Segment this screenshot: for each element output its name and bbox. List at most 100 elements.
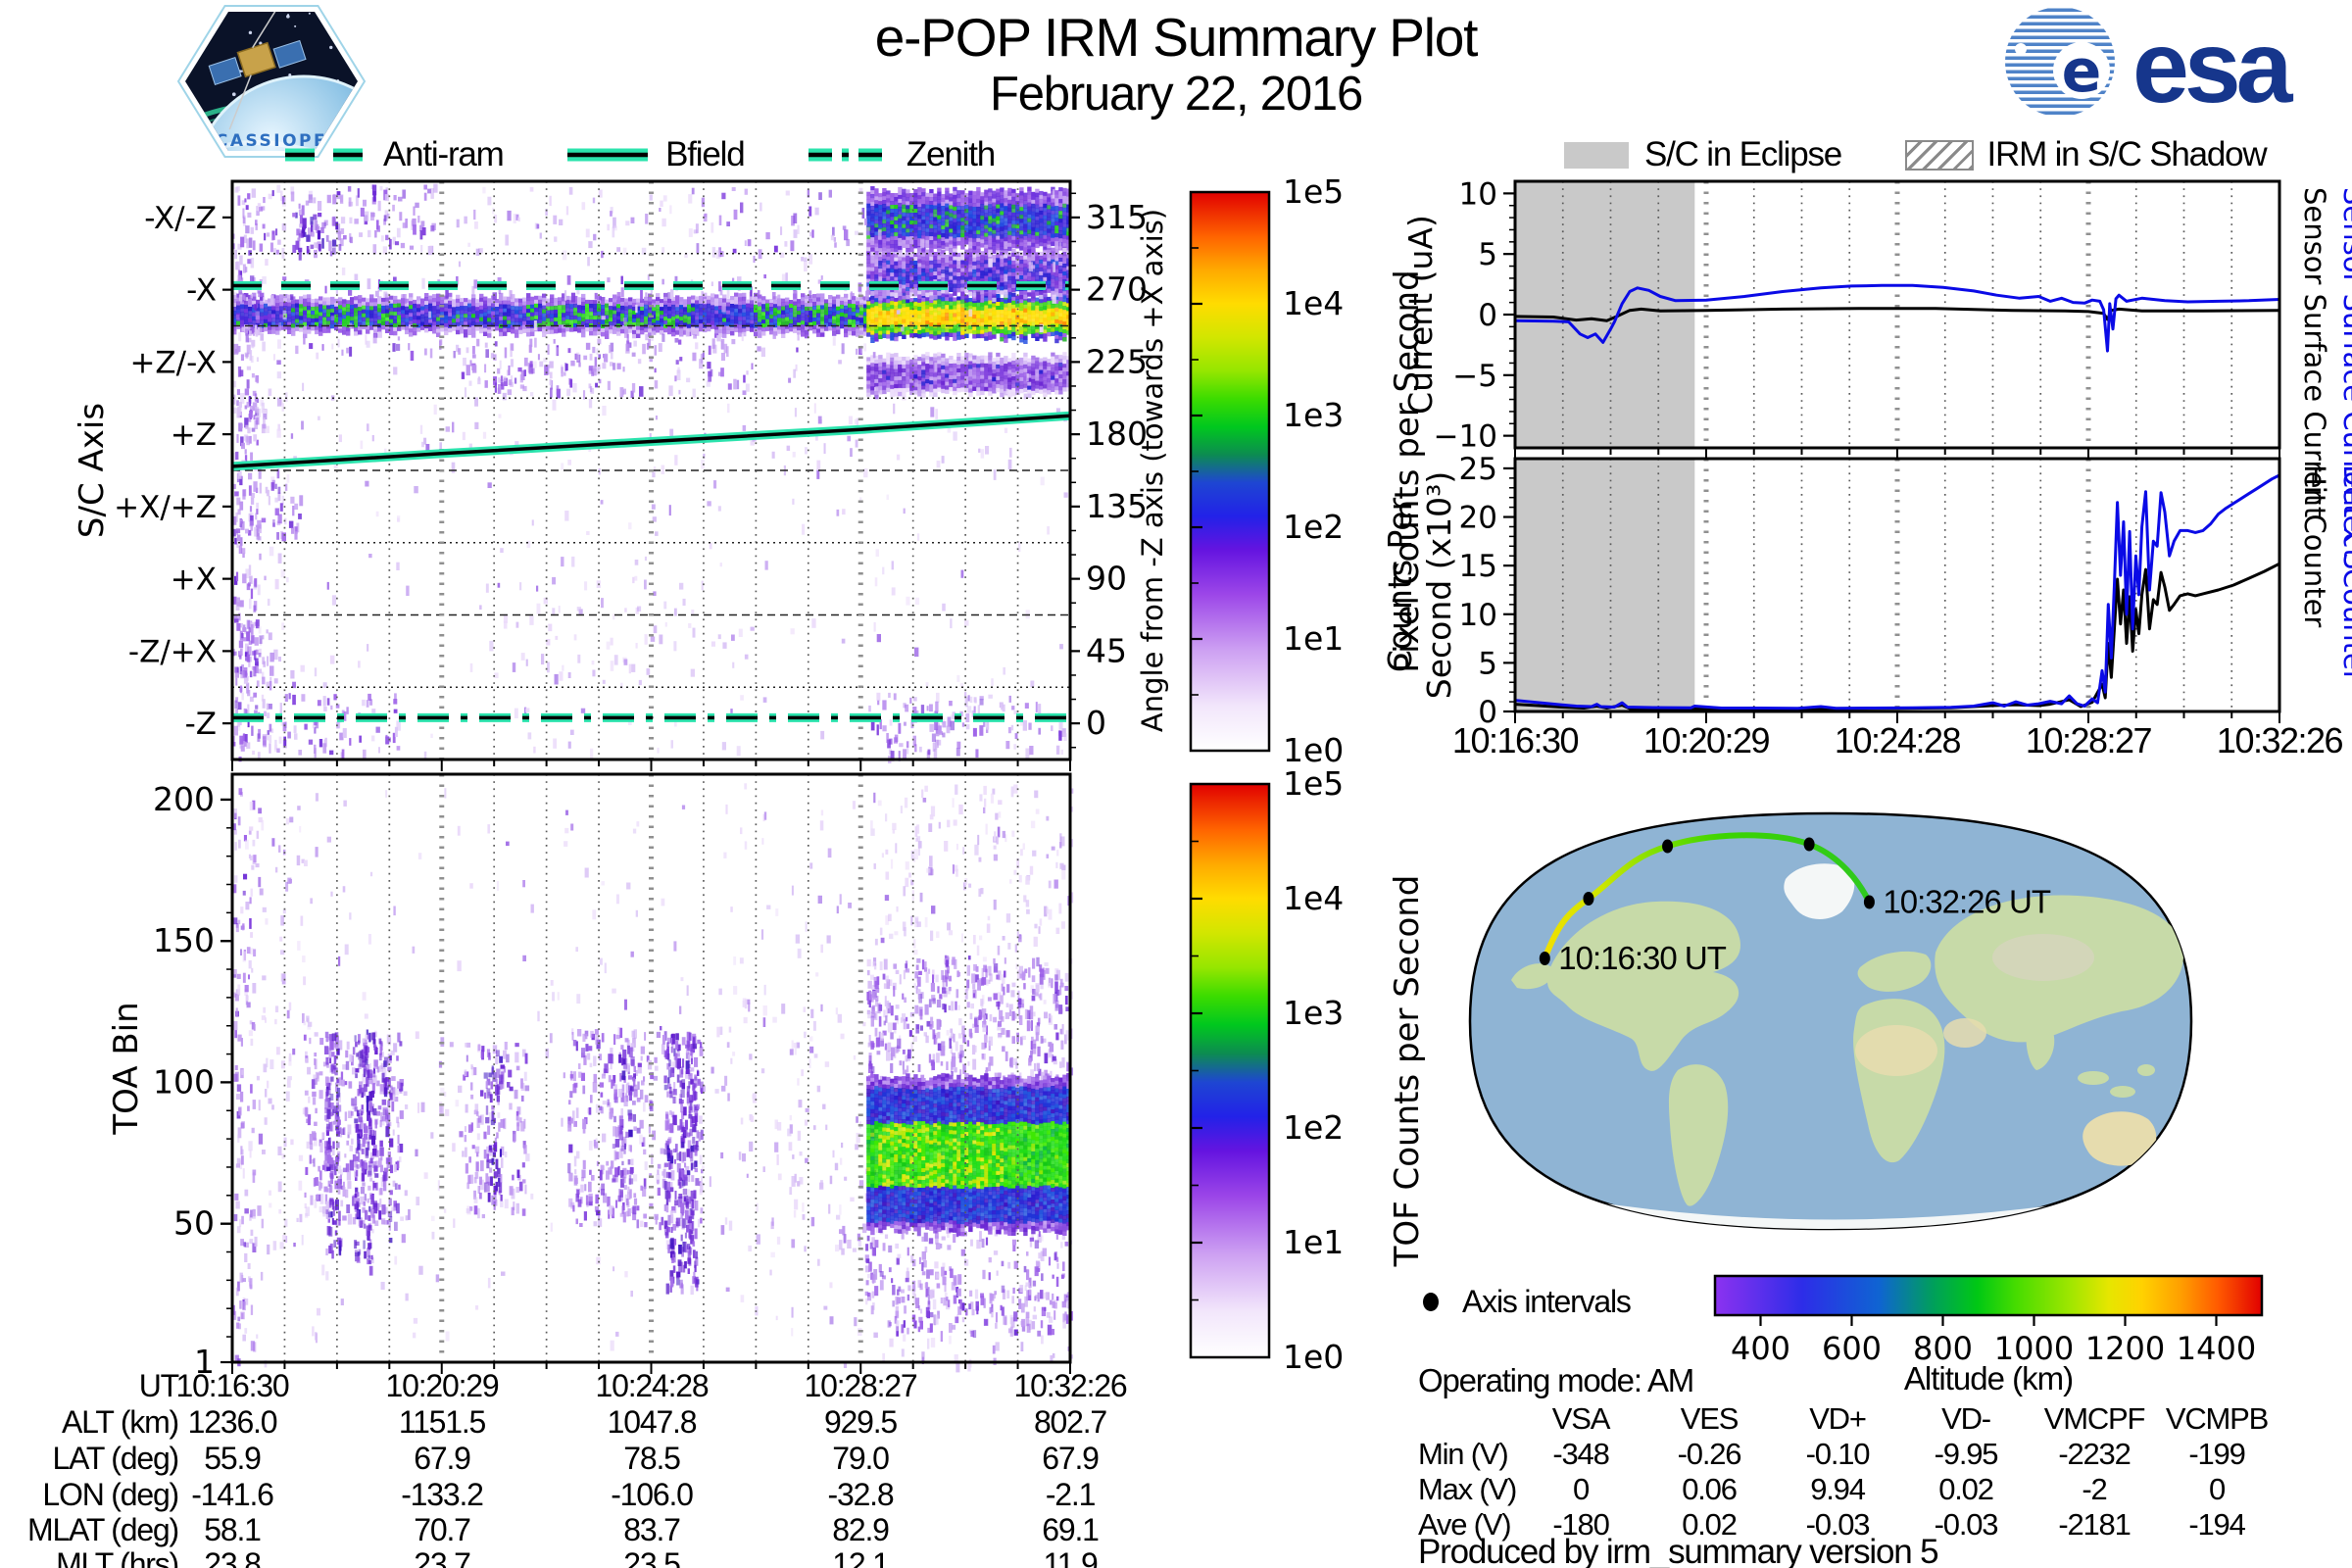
counters-right-label-inner: Hit Counter: [2298, 465, 2331, 627]
sc-axis-category: +X: [171, 563, 217, 598]
ephemeris-value: 67.9: [324, 1441, 560, 1477]
voltage-column-header: VD+: [1764, 1401, 1911, 1437]
ephemeris-value: -141.6: [115, 1477, 350, 1513]
ephemeris-value: 1047.8: [534, 1404, 769, 1441]
altitude-tick-label: 600: [1822, 1330, 1882, 1367]
sensor-current-ylabel: Current (uA): [1401, 215, 1440, 415]
counters-ytick: 15: [1459, 549, 1497, 584]
sensor-current-ytick: −5: [1452, 359, 1497, 394]
axis-line-legend: Anti-ram Bfield Zenith: [282, 135, 1052, 174]
voltage-value: -194: [2143, 1507, 2290, 1543]
axis-interval-dot: [1540, 952, 1550, 965]
pixel-counts-colorbar-tick-label: 1e4: [1283, 284, 1344, 322]
axis-intervals-label: Axis intervals: [1462, 1284, 1631, 1320]
altitude-tick-label: 1200: [2085, 1330, 2165, 1367]
interval-dot-icon: [1423, 1293, 1439, 1311]
altitude-tick-label: 1400: [2177, 1330, 2256, 1367]
pixel-counts-colorbar-tick-label: 1e1: [1283, 619, 1344, 658]
counters-ytick: 5: [1478, 646, 1497, 681]
ephemeris-value: -133.2: [324, 1477, 560, 1513]
operating-mode-text: Operating mode: AM: [1418, 1362, 1693, 1399]
shadow-legend: S/C in Eclipse IRM in S/C Shadow: [1564, 135, 2328, 174]
counters-right-label-outer: Detect Counter: [2337, 465, 2352, 682]
pixel-counts-colorbar-tick-label: 1e3: [1283, 396, 1344, 434]
voltage-value: 9.94: [1764, 1472, 1911, 1507]
tof-counts-colorbar-title: TOF Counts per Second: [1388, 875, 1427, 1268]
sc-axis-category: -X/-Z: [144, 201, 217, 236]
time-tick-label: 10:16:30: [1452, 720, 1579, 760]
tof-counts-colorbar-tick-label: 1e2: [1283, 1108, 1344, 1147]
sc-axis-category: -Z: [185, 707, 217, 742]
voltage-column-header: VSA: [1507, 1401, 1654, 1437]
sc-axis-category: +Z/-X: [129, 345, 217, 380]
toa-spectrogram: 200150100501TOA Bin1e51e41e31e21e11e0TOF…: [107, 764, 1427, 1381]
pixel-counts-colorbar-tick-label: 1e5: [1283, 172, 1344, 211]
ephemeris-value: 82.9: [743, 1512, 978, 1548]
ephemeris-value: 69.1: [953, 1512, 1188, 1548]
altitude-colorbar: 400600800100012001400Altitude (km): [1715, 1276, 2262, 1396]
time-tick-label: 10:20:29: [1643, 720, 1770, 760]
voltage-value: 0: [2143, 1472, 2290, 1507]
sc-axis-category: -Z/+X: [128, 634, 217, 669]
legend-item-irm-shadow: IRM in S/C Shadow: [1907, 135, 2267, 174]
angle-axis-label: Angle from -Z axis (towards +X axis): [1136, 209, 1169, 732]
produced-by-text: Produced by irm_summary version 5: [1418, 1533, 1937, 1568]
toa-ytick: 150: [153, 921, 215, 959]
voltage-value: 0: [1507, 1472, 1654, 1507]
counters-plot: 2520151050Counts PerSecond (x10³)Hit Cou…: [1381, 452, 2352, 760]
legend-label-anti-ram: Anti-ram: [383, 135, 504, 174]
sensor-current-ytick: 10: [1459, 176, 1497, 212]
sc-axis-category: -X: [186, 273, 217, 309]
ephemeris-value: 78.5: [534, 1441, 769, 1477]
ephemeris-value: 70.7: [324, 1512, 560, 1548]
sc-axis-category: +X/+Z: [114, 490, 217, 525]
track-end-label: 10:32:26 UT: [1883, 884, 2050, 920]
time-tick-label: 10:28:27: [2026, 720, 2152, 760]
ephemeris-value: -32.8: [743, 1477, 978, 1513]
ephemeris-value: 11.9: [953, 1546, 1188, 1568]
bfield-line-glyph: [564, 145, 651, 165]
pixel-counts-colorbar-bar: [1191, 192, 1269, 751]
legend-label-eclipse: S/C in Eclipse: [1644, 135, 1841, 174]
esa-e-glyph: e: [2062, 37, 2102, 106]
eclipse-region: [1515, 181, 1694, 448]
ground-track-map: 10:16:30 UT 10:32:26 UT: [1470, 813, 2191, 1246]
page: -X/-Z-X+Z/-X+Z+X/+Z+X-Z/+X-Z315270225180…: [0, 0, 2352, 1568]
graphics-canvas: -X/-Z-X+Z/-X+Z+X/+Z+X-Z/+X-Z315270225180…: [0, 0, 2352, 1568]
ephemeris-value: 10:24:28: [534, 1368, 769, 1404]
tof-counts-colorbar-tick-label: 1e5: [1283, 764, 1344, 803]
tof-counts-colorbar-tick-label: 1e3: [1283, 994, 1344, 1032]
legend-item-eclipse: S/C in Eclipse: [1564, 135, 1841, 174]
ephemeris-value: 802.7: [953, 1404, 1188, 1441]
axis-interval-dot: [1864, 896, 1875, 909]
ephemeris-value: 12.1: [743, 1546, 978, 1568]
axis-interval-dot: [1804, 838, 1815, 852]
ephemeris-value: 10:20:29: [324, 1368, 560, 1404]
pixel-counts-colorbar-tick-label: 1e2: [1283, 508, 1344, 546]
esa-logo: eesa: [2005, 7, 2294, 124]
voltage-value: 0.02: [1892, 1472, 2039, 1507]
sc-axis-category: +Z: [171, 417, 217, 453]
angle-tick-label: 90: [1086, 560, 1127, 598]
angle-tick-label: 0: [1086, 704, 1106, 742]
legend-item-bfield: Bfield: [564, 135, 744, 174]
time-tick-label: 10:32:26: [2217, 720, 2343, 760]
legend-label-irm-shadow: IRM in S/C Shadow: [1987, 135, 2267, 174]
voltage-value: 0.06: [1636, 1472, 1783, 1507]
voltage-column-header: VCMPB: [2143, 1401, 2290, 1437]
track-start-label: 10:16:30 UT: [1558, 940, 1726, 976]
counters-ylabel-2: Second (x10³): [1420, 471, 1458, 699]
ephemeris-value: 10:28:27: [743, 1368, 978, 1404]
altitude-colorbar-title: Altitude (km): [1904, 1360, 2073, 1396]
tof-counts-colorbar-tick-label: 1e4: [1283, 879, 1344, 917]
eclipse-region: [1515, 459, 1694, 711]
ephemeris-value: 929.5: [743, 1404, 978, 1441]
ephemeris-value: 83.7: [534, 1512, 769, 1548]
eclipse-swatch-icon: [1564, 142, 1629, 169]
voltage-value: -0.26: [1636, 1437, 1783, 1472]
toa-ytick: 50: [173, 1204, 215, 1243]
voltage-value: -9.95: [1892, 1437, 2039, 1472]
sensor-current-ytick: −10: [1434, 419, 1497, 455]
axis-interval-dot: [1583, 892, 1593, 906]
counters-ylabel-1: Counts Per: [1381, 497, 1419, 672]
